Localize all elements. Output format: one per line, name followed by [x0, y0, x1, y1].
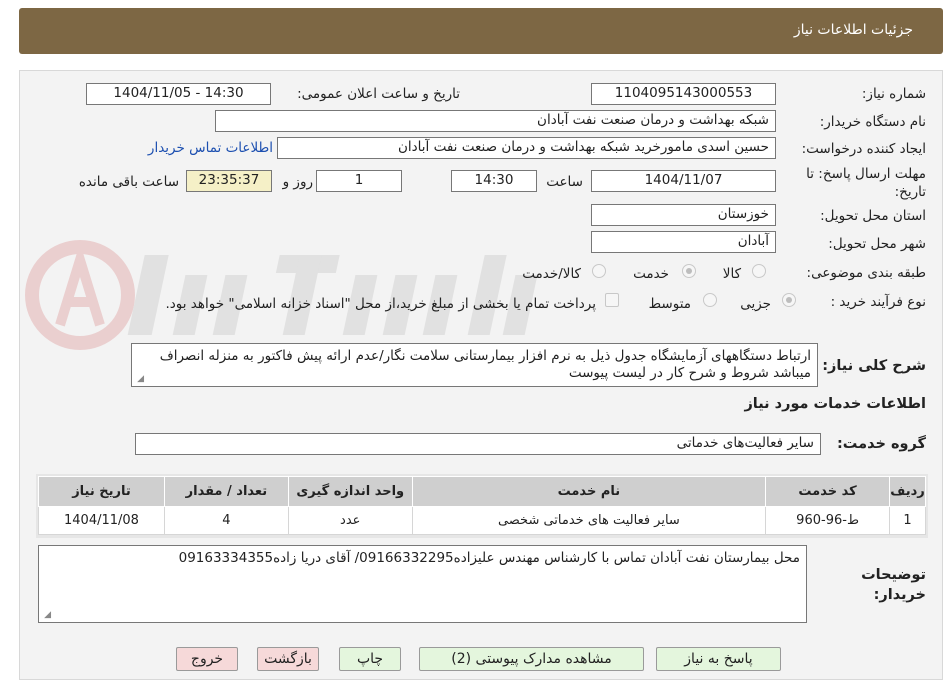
column-header-service-code: کد خدمت — [765, 476, 891, 507]
category-radio-service[interactable] — [682, 264, 696, 278]
category-label: طبقه بندی موضوعی: — [806, 265, 926, 281]
remaining-label: ساعت باقی مانده — [78, 174, 179, 190]
column-header-row-no: ردیف — [889, 476, 926, 507]
column-header-service-name: نام خدمت — [411, 476, 767, 507]
cell-row-no: 1 — [889, 506, 926, 535]
province-field: خوزستان — [591, 204, 776, 226]
service-group-label: گروه خدمت: — [836, 436, 926, 452]
print-button[interactable]: چاپ — [339, 647, 401, 671]
process-radio-minor[interactable] — [782, 293, 796, 307]
category-radio-goods-service[interactable] — [592, 264, 606, 278]
process-option-medium: متوسط — [648, 296, 691, 312]
back-button[interactable]: بازگشت — [257, 647, 319, 671]
exit-button[interactable]: خروج — [176, 647, 238, 671]
category-option-goods-service: کالا/خدمت — [522, 266, 581, 282]
cell-service-name: سایر فعالیت های خدماتی شخصی — [411, 506, 767, 535]
treasury-payment-note: پرداخت تمام یا بخشی از مبلغ خرید،از محل … — [165, 296, 596, 312]
buyer-notes-text: محل بیمارستان نفت آبادان تماس با کارشناس… — [178, 550, 800, 566]
requester-field: حسین اسدی مامورخرید شبکه بهداشت و درمان … — [277, 137, 776, 159]
resize-handle-icon[interactable]: ◢ — [42, 611, 51, 620]
need-number-label: شماره نیاز: — [861, 86, 926, 102]
deadline-time-label: ساعت — [546, 174, 583, 190]
reply-button[interactable]: پاسخ به نیاز — [656, 647, 781, 671]
cell-need-date: 1404/11/08 — [38, 506, 165, 535]
service-group-field: سایر فعالیت‌های خدماتی — [135, 433, 821, 455]
city-field: آبادان — [591, 231, 776, 253]
cell-unit: عدد — [287, 506, 413, 535]
view-attachments-button[interactable]: مشاهده مدارک پیوستی (2) — [419, 647, 644, 671]
cell-quantity: 4 — [163, 506, 289, 535]
days-label: روز و — [282, 174, 313, 190]
category-radio-goods[interactable] — [752, 264, 766, 278]
description-text: ارتباط دستگاههای آزمایشگاه جدول ذیل به ن… — [159, 348, 811, 381]
process-radio-medium[interactable] — [703, 293, 717, 307]
cell-service-code: ط-96-960 — [765, 506, 891, 535]
page-title: جزئیات اطلاعات نیاز — [793, 22, 913, 38]
announce-label: تاریخ و ساعت اعلان عمومی: — [297, 86, 460, 102]
buyer-org-field: شبکه بهداشت و درمان صنعت نفت آبادان — [215, 110, 776, 132]
description-textarea: ارتباط دستگاههای آزمایشگاه جدول ذیل به ن… — [131, 343, 818, 387]
page-header: جزئیات اطلاعات نیاز — [19, 8, 943, 54]
buyer-org-label: نام دستگاه خریدار: — [819, 114, 926, 130]
days-field: 1 — [316, 170, 402, 192]
need-number-field: 1104095143000553 — [591, 83, 776, 105]
province-label: استان محل تحویل: — [820, 208, 926, 224]
services-table: ردیف کد خدمت نام خدمت واحد اندازه گیری ت… — [38, 476, 926, 535]
category-option-goods: کالا — [722, 266, 741, 282]
deadline-time-field: 14:30 — [451, 170, 537, 192]
category-option-service: خدمت — [633, 266, 669, 282]
column-header-quantity: تعداد / مقدار — [163, 476, 289, 507]
announce-field: 1404/11/05 - 14:30 — [86, 83, 271, 105]
deadline-date-field: 1404/11/07 — [591, 170, 776, 192]
buyer-contact-link[interactable]: اطلاعات تماس خریدار — [148, 140, 273, 156]
process-option-minor: جزیی — [740, 296, 771, 312]
buyer-notes-label: توضیحات خریدار: — [861, 567, 926, 603]
description-label: شرح کلی نیاز: — [822, 358, 926, 374]
resize-handle-icon[interactable]: ◢ — [135, 375, 144, 384]
services-section-title: اطلاعات خدمات مورد نیاز — [744, 396, 926, 412]
process-label: نوع فرآیند خرید : — [830, 294, 926, 310]
buyer-notes-textarea: محل بیمارستان نفت آبادان تماس با کارشناس… — [38, 545, 807, 623]
remaining-time-field: 23:35:37 — [186, 170, 272, 192]
city-label: شهر محل تحویل: — [828, 236, 926, 252]
treasury-payment-checkbox[interactable] — [605, 293, 619, 307]
column-header-unit: واحد اندازه گیری — [287, 476, 413, 507]
deadline-label: مهلت ارسال پاسخ: تا تاریخ: — [806, 166, 926, 200]
table-row: 1 ط-96-960 سایر فعالیت های خدماتی شخصی ع… — [38, 506, 926, 535]
column-header-need-date: تاریخ نیاز — [38, 476, 165, 507]
requester-label: ایجاد کننده درخواست: — [801, 141, 926, 157]
